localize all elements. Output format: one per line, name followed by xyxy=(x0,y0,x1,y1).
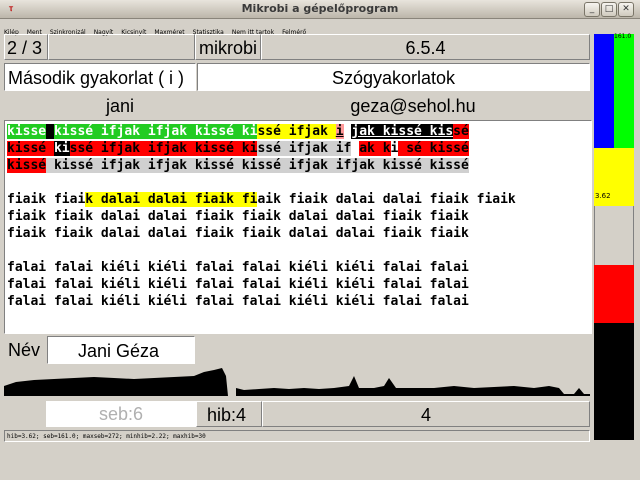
error-value-label: 3.62 xyxy=(595,192,611,200)
speed-target-bar xyxy=(614,34,634,148)
practice-segment: falai falai kiéli kiéli falai falai kiél… xyxy=(7,260,469,275)
menu-bar: Kilép Ment Szinkronizál Nagyít Kicsinyít Maxm… xyxy=(0,19,640,36)
window-title: Mikrobi a gépelőprogram xyxy=(241,2,399,15)
practice-segment: kissé ifjak ifjak kissé ki xyxy=(53,124,258,139)
practice-line: fiaik fiaik dalai dalai fiaik fiaik dala… xyxy=(7,225,469,242)
maximize-button[interactable]: □ xyxy=(601,2,617,17)
empty-header-cell xyxy=(48,34,195,60)
practice-segment: jak kissé kis xyxy=(351,124,454,139)
window-titlebar[interactable]: ⲧ Mikrobi a gépelőprogram _ □ ✕ xyxy=(0,0,640,19)
practice-segment xyxy=(398,141,407,156)
practice-line: kisse kissé ifjak ifjak kissé kissé ifja… xyxy=(7,123,469,140)
practice-segment: kissé ifjak ifjak kissé kissé ifjak ifja… xyxy=(46,158,469,173)
practice-text-area[interactable]: kisse kissé ifjak ifjak kissé kissé ifja… xyxy=(4,120,592,334)
practice-segment: ssé ifjak ifjak kissé ki xyxy=(69,141,258,156)
practice-line: kissé kissé ifjak ifjak kissé kissé ifja… xyxy=(7,140,469,157)
practice-segment: fiaik fiaik dalai dalai fiaik fiaik dala… xyxy=(7,209,469,224)
practice-segment: falai falai kiéli kiéli falai falai kiél… xyxy=(7,277,469,292)
practice-segment: ak k xyxy=(359,141,391,156)
mistake-count: hib:4 xyxy=(196,401,262,427)
practice-segment: kissé xyxy=(7,158,47,173)
practice-line: falai falai kiéli kiéli falai falai kiél… xyxy=(7,259,469,276)
minimize-button[interactable]: _ xyxy=(584,2,600,17)
practice-segment: ssé ifjak if xyxy=(257,141,352,156)
practice-segment: sé xyxy=(453,124,469,139)
practice-segment xyxy=(46,124,54,139)
practice-line: kissé kissé ifjak ifjak kissé kissé ifja… xyxy=(7,157,469,174)
practice-segment: aik fiaik dalai dalai fiaik fiaik xyxy=(257,192,516,207)
practice-segment: falai falai kiéli kiéli falai falai kiél… xyxy=(7,294,469,309)
lesson-title: Második gyakorlat ( i ) xyxy=(4,63,196,91)
practice-line: fiaik fiaik dalai dalai fiaik fiaik fiai… xyxy=(7,191,516,208)
close-button[interactable]: ✕ xyxy=(618,2,634,17)
practice-segment: kisse xyxy=(7,124,47,139)
practice-segment: sé kissé xyxy=(406,141,469,156)
practice-segment: k dalai dalai fiaik fi xyxy=(85,192,258,207)
user-email: geza@sehol.hu xyxy=(350,96,476,116)
practice-segment: fiaik fiai xyxy=(7,192,86,207)
program-name: mikrobi xyxy=(195,34,261,60)
practice-segment: i xyxy=(335,124,344,139)
program-version: 6.5.4 xyxy=(261,34,590,60)
speed-history-graph xyxy=(4,368,590,396)
practice-line: falai falai kiéli kiéli falai falai kiél… xyxy=(7,276,469,293)
name-field[interactable]: Jani Géza xyxy=(47,336,195,364)
keystroke-count: 4 xyxy=(262,401,590,427)
status-line: hib=3.62; seb=161.0; maxseb=272; minhib=… xyxy=(4,430,590,442)
practice-segment: ki xyxy=(53,141,70,156)
lesson-type: Szógyakorlatok xyxy=(197,63,590,91)
practice-segment: fiaik fiaik dalai dalai fiaik fiaik dala… xyxy=(7,226,469,241)
lesson-counter: 2 / 3 xyxy=(4,34,48,60)
username: jani xyxy=(105,96,135,116)
speed-errors-cell: seb:6 xyxy=(46,401,196,427)
practice-line: fiaik fiaik dalai dalai fiaik fiaik dala… xyxy=(7,208,469,225)
practice-segment: kissé xyxy=(7,141,54,156)
error-bar-black xyxy=(594,323,634,440)
name-label: Név xyxy=(8,340,41,360)
practice-segment: ssé ifjak xyxy=(257,124,336,139)
speed-value-label: 161.0 xyxy=(614,33,632,40)
speed-bar xyxy=(594,34,614,154)
practice-line: falai falai kiéli kiéli falai falai kiél… xyxy=(7,293,469,310)
error-bar-red xyxy=(594,265,634,323)
